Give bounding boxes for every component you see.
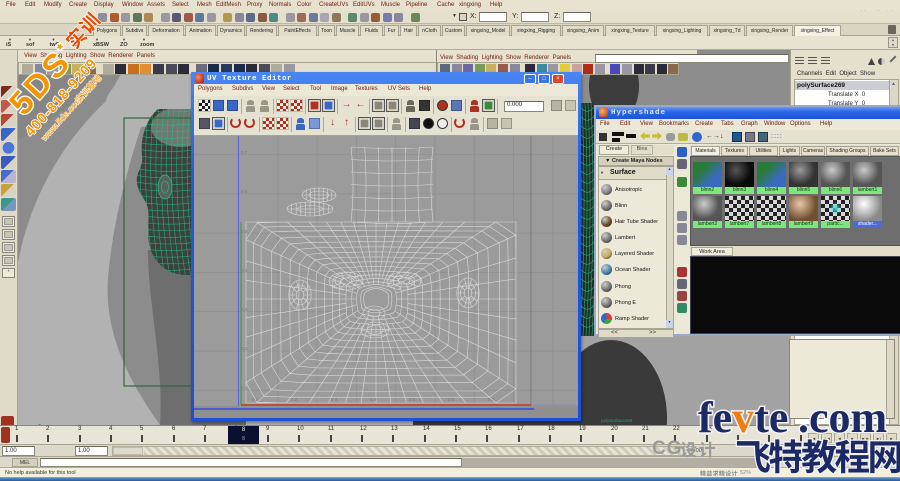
svg-text:fevte: fevte	[698, 393, 788, 442]
svg-text:.com: .com	[798, 393, 887, 442]
